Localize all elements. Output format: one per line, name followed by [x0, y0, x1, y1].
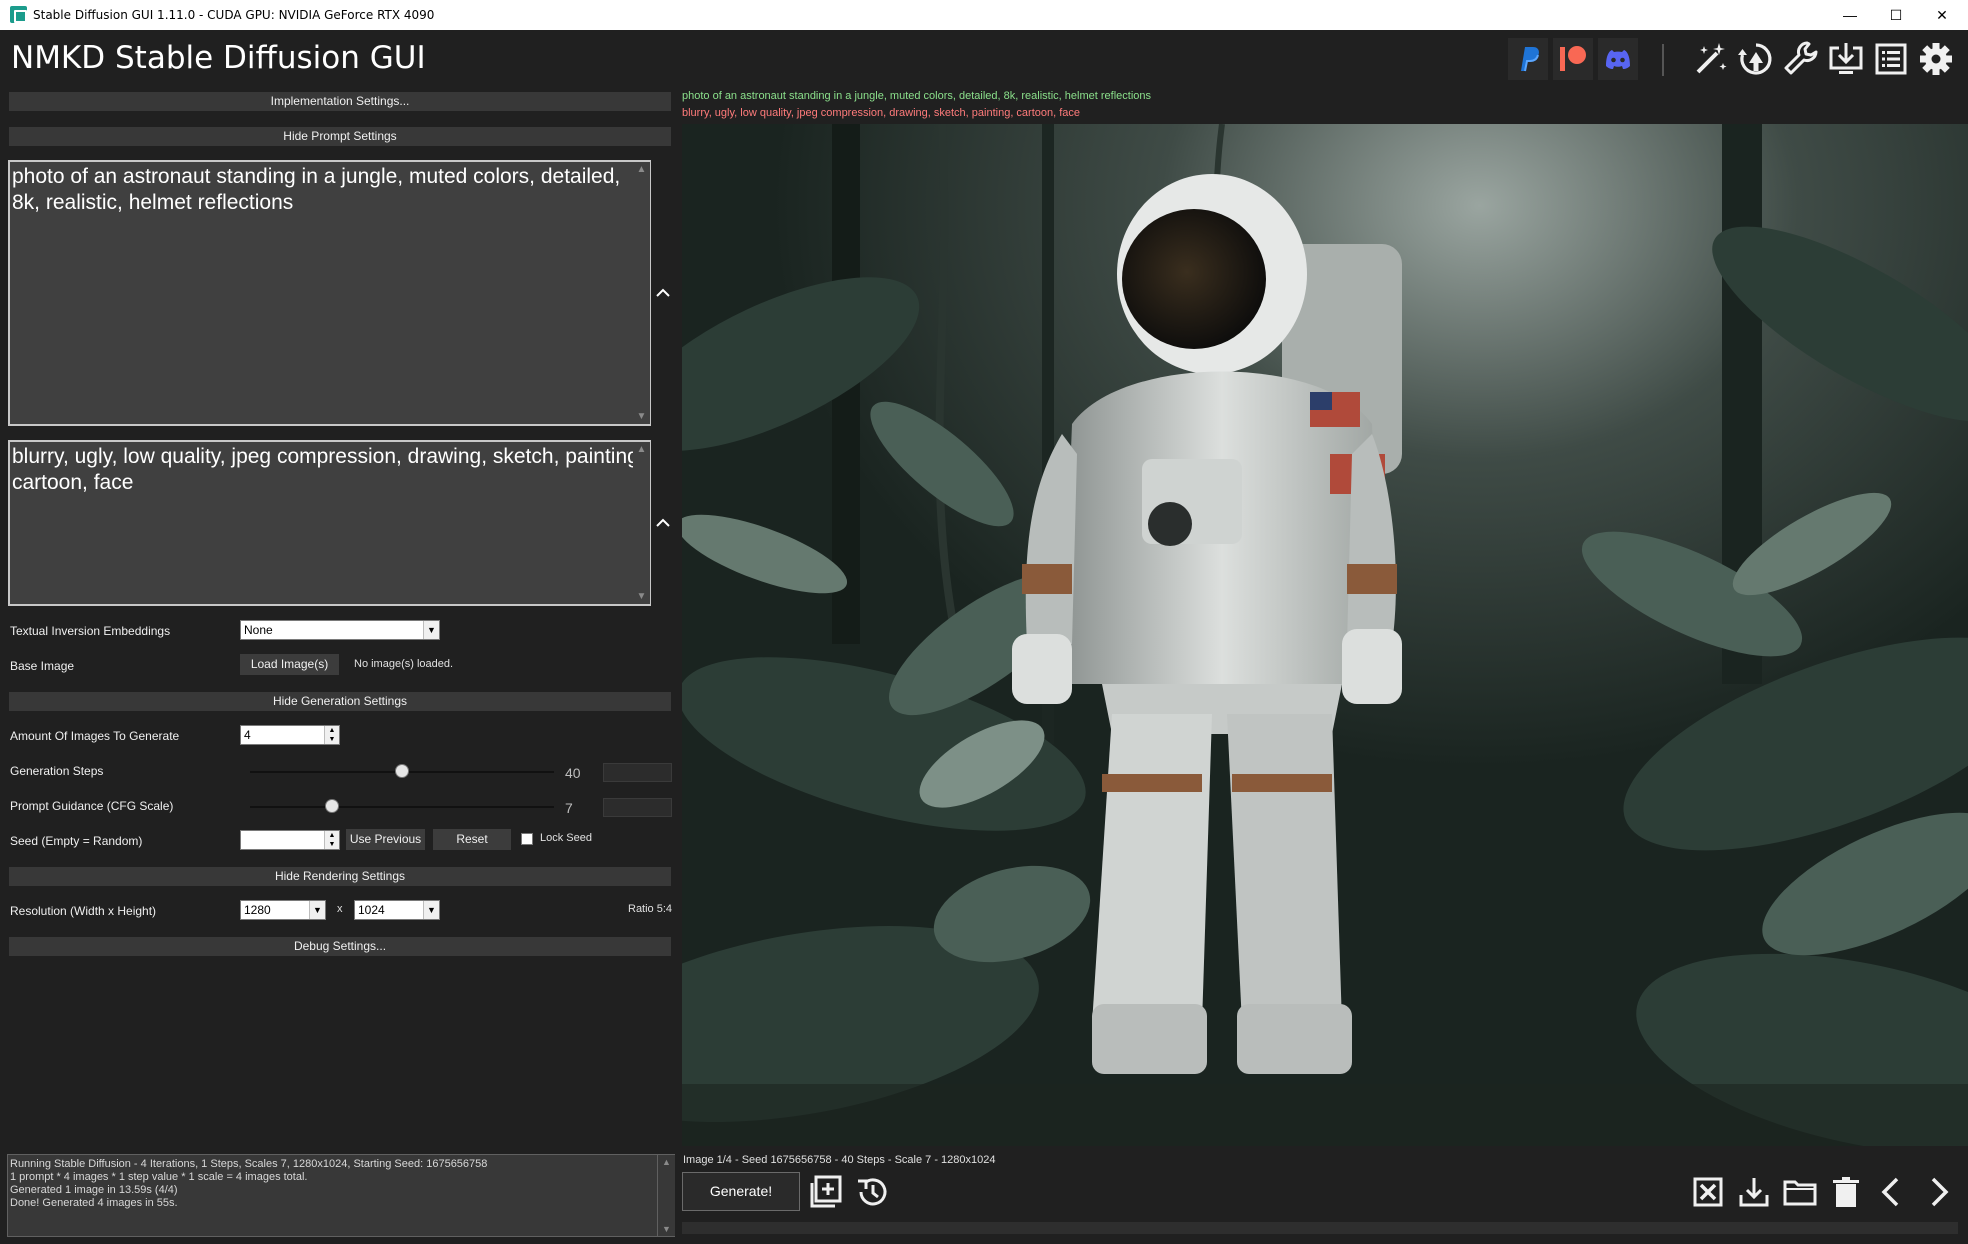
implementation-settings-header[interactable]: Implementation Settings... [9, 92, 671, 111]
resolution-separator: x [337, 903, 343, 915]
magic-wand-icon[interactable] [1690, 38, 1730, 80]
height-select[interactable]: 1024 ▼ [354, 900, 440, 920]
previous-image-icon[interactable] [1873, 1173, 1911, 1211]
discord-icon[interactable] [1598, 38, 1638, 80]
settings-gear-icon[interactable] [1916, 38, 1956, 80]
scroll-down-icon[interactable]: ▼ [658, 1224, 675, 1234]
cfg-slider-handle[interactable] [325, 799, 340, 813]
trash-icon[interactable] [1827, 1173, 1865, 1211]
app-logo-icon [10, 6, 27, 23]
resolution-label: Resolution (Width x Height) [10, 904, 157, 918]
image-status-text: Image 1/4 - Seed 1675656758 - 40 Steps -… [683, 1154, 996, 1166]
seed-input[interactable]: ▲ ▼ [240, 830, 340, 850]
seed-label: Seed (Empty = Random) [10, 834, 143, 848]
app-title: NMKD Stable Diffusion GUI [11, 40, 426, 76]
log-line: Running Stable Diffusion - 4 Iterations,… [10, 1158, 488, 1170]
stepper-arrows-icon[interactable]: ▲ ▼ [324, 831, 339, 849]
log-line: 1 prompt * 4 images * 1 step value * 1 s… [10, 1171, 308, 1183]
prompt-scrollbar[interactable]: ▲ ▼ [633, 162, 650, 424]
embeddings-select[interactable]: None ▼ [240, 620, 440, 640]
stepper-arrows-icon[interactable]: ▲ ▼ [324, 726, 339, 744]
amount-stepper[interactable]: 4 ▲ ▼ [240, 725, 340, 745]
cfg-slider[interactable] [250, 806, 554, 808]
embeddings-label: Textual Inversion Embeddings [10, 624, 171, 638]
steps-slider-handle[interactable] [395, 764, 409, 778]
next-image-icon[interactable] [1919, 1173, 1957, 1211]
steps-value: 40 [565, 765, 581, 781]
chevron-down-icon[interactable]: ▼ [423, 621, 439, 639]
chevron-down-icon[interactable]: ▼ [309, 901, 325, 919]
wrench-icon[interactable] [1781, 38, 1821, 80]
prompt-input[interactable]: photo of an astronaut standing in a jung… [8, 160, 651, 426]
debug-settings-header[interactable]: Debug Settings... [9, 937, 671, 956]
generate-button[interactable]: Generate! [682, 1172, 800, 1211]
scroll-up-icon[interactable]: ▲ [633, 164, 650, 175]
maximize-button[interactable]: ☐ [1873, 0, 1919, 30]
save-image-icon[interactable] [1735, 1173, 1773, 1211]
chevron-down-icon[interactable]: ▼ [423, 901, 439, 919]
load-images-button[interactable]: Load Image(s) [240, 654, 339, 675]
amount-value: 4 [244, 728, 251, 742]
astronaut-jungle-image [682, 124, 1968, 1146]
base-image-label: Base Image [10, 659, 75, 673]
generated-image-viewer[interactable] [682, 124, 1968, 1146]
width-value: 1280 [244, 903, 271, 917]
image-prompt-info: photo of an astronaut standing in a jung… [682, 90, 1151, 102]
reset-seed-button[interactable]: Reset [433, 829, 511, 850]
negative-prompt-scrollbar[interactable]: ▲ ▼ [633, 442, 650, 604]
generation-settings-header[interactable]: Hide Generation Settings [9, 692, 671, 711]
progress-bar [682, 1222, 1958, 1234]
close-button[interactable]: ✕ [1919, 0, 1965, 30]
cfg-value: 7 [565, 800, 573, 816]
steps-custom-input[interactable] [603, 763, 672, 782]
window-titlebar: Stable Diffusion GUI 1.11.0 - CUDA GPU: … [0, 0, 1968, 30]
progress-fill [682, 1222, 1958, 1234]
log-scrollbar[interactable]: ▲ ▼ [658, 1154, 675, 1237]
scroll-down-icon[interactable]: ▼ [633, 591, 650, 602]
lock-seed-checkbox[interactable] [521, 833, 533, 845]
install-icon[interactable] [1826, 38, 1866, 80]
lock-seed-label: Lock Seed [540, 832, 592, 844]
embeddings-value: None [244, 623, 273, 637]
amount-label: Amount Of Images To Generate [10, 729, 180, 743]
negative-prompt-input[interactable]: blurry, ugly, low quality, jpeg compress… [8, 440, 651, 606]
rendering-settings-header[interactable]: Hide Rendering Settings [9, 867, 671, 886]
log-line: Generated 1 image in 13.59s (4/4) [10, 1184, 178, 1196]
scroll-down-icon[interactable]: ▼ [633, 411, 650, 422]
steps-label: Generation Steps [10, 764, 104, 778]
toolbar-separator [1662, 44, 1664, 76]
log-icon[interactable] [1871, 38, 1911, 80]
open-folder-icon[interactable] [1781, 1173, 1819, 1211]
log-output[interactable]: Running Stable Diffusion - 4 Iterations,… [7, 1154, 658, 1237]
prompt-settings-header[interactable]: Hide Prompt Settings [9, 127, 671, 146]
log-line: Done! Generated 4 images in 55s. [10, 1197, 178, 1209]
model-merge-icon[interactable] [1736, 38, 1776, 80]
minimize-button[interactable]: — [1827, 0, 1873, 30]
history-icon[interactable] [853, 1173, 891, 1211]
prompt-collapse-icon[interactable] [655, 282, 671, 302]
patreon-icon[interactable] [1553, 38, 1593, 80]
negative-prompt-collapse-icon[interactable] [655, 512, 671, 532]
scroll-up-icon[interactable]: ▲ [658, 1157, 675, 1167]
cfg-label: Prompt Guidance (CFG Scale) [10, 799, 174, 813]
cfg-custom-input[interactable] [603, 798, 672, 817]
height-value: 1024 [358, 903, 385, 917]
width-select[interactable]: 1280 ▼ [240, 900, 326, 920]
scroll-up-icon[interactable]: ▲ [633, 444, 650, 455]
use-previous-seed-button[interactable]: Use Previous [346, 829, 425, 850]
aspect-ratio-label: Ratio 5:4 [628, 903, 673, 915]
paypal-icon[interactable] [1508, 38, 1548, 80]
delete-image-icon[interactable] [1689, 1173, 1727, 1211]
base-image-status: No image(s) loaded. [354, 658, 454, 670]
image-negative-prompt-info: blurry, ugly, low quality, jpeg compress… [682, 107, 1081, 119]
window-title: Stable Diffusion GUI 1.11.0 - CUDA GPU: … [33, 8, 435, 22]
add-to-queue-icon[interactable] [807, 1173, 845, 1211]
